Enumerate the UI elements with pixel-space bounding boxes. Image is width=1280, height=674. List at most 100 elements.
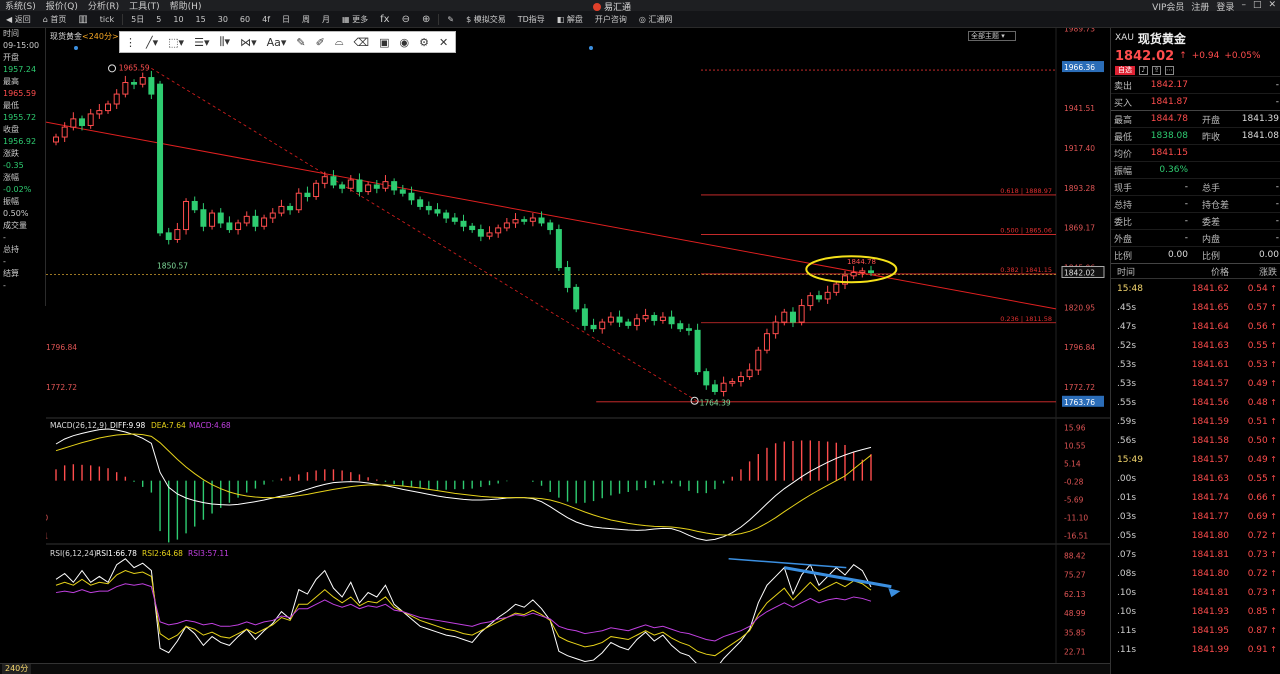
chart-type-icon[interactable]: ▥ xyxy=(72,11,93,28)
rsi2-line xyxy=(55,570,872,657)
sim-trade-button[interactable]: $ 模拟交易 xyxy=(460,11,512,28)
quote-last-price: 1842.02 xyxy=(1115,48,1175,64)
back-button[interactable]: ◀ 返回 xyxy=(0,11,37,28)
ticks-list[interactable]: 15:48 1841.62 0.54 ↑ .45s 1841.65 0.57 ↑ .47s 1… xyxy=(1111,279,1280,659)
macd-y-tick: 5.14 xyxy=(1064,460,1081,469)
text-tool-icon[interactable]: Aa▾ xyxy=(262,36,292,49)
tick-change-value: 0.87 xyxy=(1247,625,1268,636)
period-4h[interactable]: 4f xyxy=(256,11,276,28)
pen-tool-icon[interactable]: ✎ xyxy=(291,36,310,49)
td-guide-button[interactable]: TD指导 xyxy=(512,11,551,28)
info-label: 成交量 xyxy=(3,221,27,230)
info-value: 09-15:00 xyxy=(3,41,40,50)
period-5[interactable]: 5 xyxy=(150,11,167,28)
tick-row: .00s 1841.63 0.55 ↑ xyxy=(1111,469,1280,488)
formula-fx-button[interactable]: fx xyxy=(374,11,395,28)
info-label: 收盘 xyxy=(3,125,19,134)
macd-diff-label: DIFF:9.98 xyxy=(110,421,145,430)
tick-time: .05s xyxy=(1117,530,1137,541)
info-value: 1965.59 xyxy=(3,89,37,98)
period-week[interactable]: 周 xyxy=(296,11,316,28)
huitong-button[interactable]: ◎ 汇通网 xyxy=(633,11,679,28)
tick-up-arrow-icon: ↑ xyxy=(1267,397,1277,407)
period-60[interactable]: 60 xyxy=(234,11,256,28)
magnet-icon[interactable]: ⌓ xyxy=(330,35,349,49)
more-icon[interactable]: ⋯ xyxy=(1165,65,1174,75)
period-15[interactable]: 15 xyxy=(190,11,212,28)
rect-tool-icon[interactable]: ⬚▾ xyxy=(163,36,189,49)
pattern-tool-icon[interactable]: ⋈▾ xyxy=(235,36,262,49)
share-icon[interactable]: ⇪ xyxy=(1152,65,1161,75)
tick-price: 1841.59 xyxy=(1191,416,1229,427)
period-tick[interactable]: tick xyxy=(94,11,120,28)
theme-dropdown[interactable]: 全部主题 ▾ xyxy=(968,31,1016,41)
tick-row: .08s 1841.80 0.72 ↑ xyxy=(1111,564,1280,583)
period-10[interactable]: 10 xyxy=(167,11,189,28)
fib-level-label: 0.618 | 1888.97 xyxy=(1000,187,1052,195)
tick-row: .56s 1841.58 0.50 ↑ xyxy=(1111,431,1280,450)
tick-up-arrow-icon: ↑ xyxy=(1267,416,1277,426)
tick-price: 1841.74 xyxy=(1191,492,1229,503)
close-icon[interactable]: ✕ xyxy=(434,36,453,49)
open-account-button[interactable]: 开户咨询 xyxy=(589,11,633,28)
candle-body xyxy=(824,291,831,300)
candle-body xyxy=(590,324,597,330)
period-day[interactable]: 日 xyxy=(276,11,296,28)
divergence-arrow-head-icon xyxy=(888,588,901,598)
info-label: 最高 xyxy=(3,77,19,86)
y-tick-label: 1842.02 xyxy=(1064,268,1095,277)
quote-value-2: - xyxy=(1275,233,1279,243)
menu-bar: 系统(S) 报价(Q) 分析(R) 工具(T) 帮助(H) 易汇通 VIP会员 … xyxy=(0,0,1280,13)
low-marker-label: 1850.57 xyxy=(157,261,188,270)
tick-row: .59s 1841.59 0.51 ↑ xyxy=(1111,412,1280,431)
quote-value: 0.00 xyxy=(1167,250,1188,260)
line-tool-icon[interactable]: ╱▾ xyxy=(141,36,163,49)
settings-gear-icon[interactable]: ⚙ xyxy=(414,36,434,49)
fib-tool-icon[interactable]: ☰▾ xyxy=(189,36,214,49)
drag-handle-icon[interactable]: ⋮ xyxy=(120,36,141,49)
channel-tool-icon[interactable]: ⫼▾ xyxy=(214,35,235,49)
tick-up-arrow-icon: ↑ xyxy=(1267,378,1277,388)
y-tick-label: 1917.40 xyxy=(1064,144,1095,153)
candle-body xyxy=(70,118,77,128)
period-30[interactable]: 30 xyxy=(212,11,234,28)
tick-change-value: 0.50 xyxy=(1247,435,1268,446)
watchlist-button[interactable]: 自选 xyxy=(1115,65,1135,75)
analysis-button[interactable]: ◧ 解盘 xyxy=(551,11,589,28)
candle-body xyxy=(391,181,398,191)
tick-change: 0.73 ↑ xyxy=(1229,550,1277,560)
rsi-y-tick: 75.27 xyxy=(1064,571,1086,580)
brush-tool-icon[interactable]: ✐ xyxy=(311,36,330,49)
eraser-icon[interactable]: ⌫ xyxy=(349,36,375,49)
candle-body xyxy=(443,212,450,219)
quote-row: 委比 - 委差 - xyxy=(1111,212,1280,229)
candle-body xyxy=(503,222,510,229)
candle-body xyxy=(729,381,736,384)
candle-body xyxy=(252,215,259,227)
zoom-in-icon[interactable]: ⊕ xyxy=(416,11,436,28)
tick-change: 0.51 ↑ xyxy=(1229,417,1277,427)
zoom-out-icon[interactable]: ⊖ xyxy=(396,11,416,28)
quote-label-2: 开盘 xyxy=(1202,115,1221,126)
high-marker-label: 1965.59 xyxy=(119,63,150,72)
macd-y-tick-left: -11.10 xyxy=(46,514,48,523)
alert-bell-icon[interactable]: ♪ xyxy=(1139,65,1148,75)
tick-change: 0.48 ↑ xyxy=(1229,398,1277,408)
macd-histogram xyxy=(55,440,872,543)
home-button[interactable]: ⌂ 首页 xyxy=(37,11,73,28)
tick-up-arrow-icon: ↑ xyxy=(1267,283,1277,293)
chart-area[interactable]: 1989.73 1966.36 1941.51 1917.40 1893.28 1869.… xyxy=(46,28,1110,674)
trendline-dashed xyxy=(151,67,698,402)
more-periods-button[interactable]: ▦ 更多 xyxy=(336,11,374,28)
eye-icon[interactable]: ◉ xyxy=(395,36,415,49)
y-tick-label: 1869.17 xyxy=(1064,224,1095,233)
tick-time: .03s xyxy=(1117,511,1137,522)
tick-time: .07s xyxy=(1117,549,1137,560)
period-selector[interactable]: 240分 xyxy=(2,664,32,674)
quote-label: 最高 xyxy=(1114,115,1133,126)
draw-pen-icon[interactable]: ✎ xyxy=(441,11,460,28)
period-5day[interactable]: 5日 xyxy=(125,11,150,28)
candle-body xyxy=(269,212,276,219)
period-month[interactable]: 月 xyxy=(316,11,336,28)
trash-icon[interactable]: ▣ xyxy=(374,36,394,49)
